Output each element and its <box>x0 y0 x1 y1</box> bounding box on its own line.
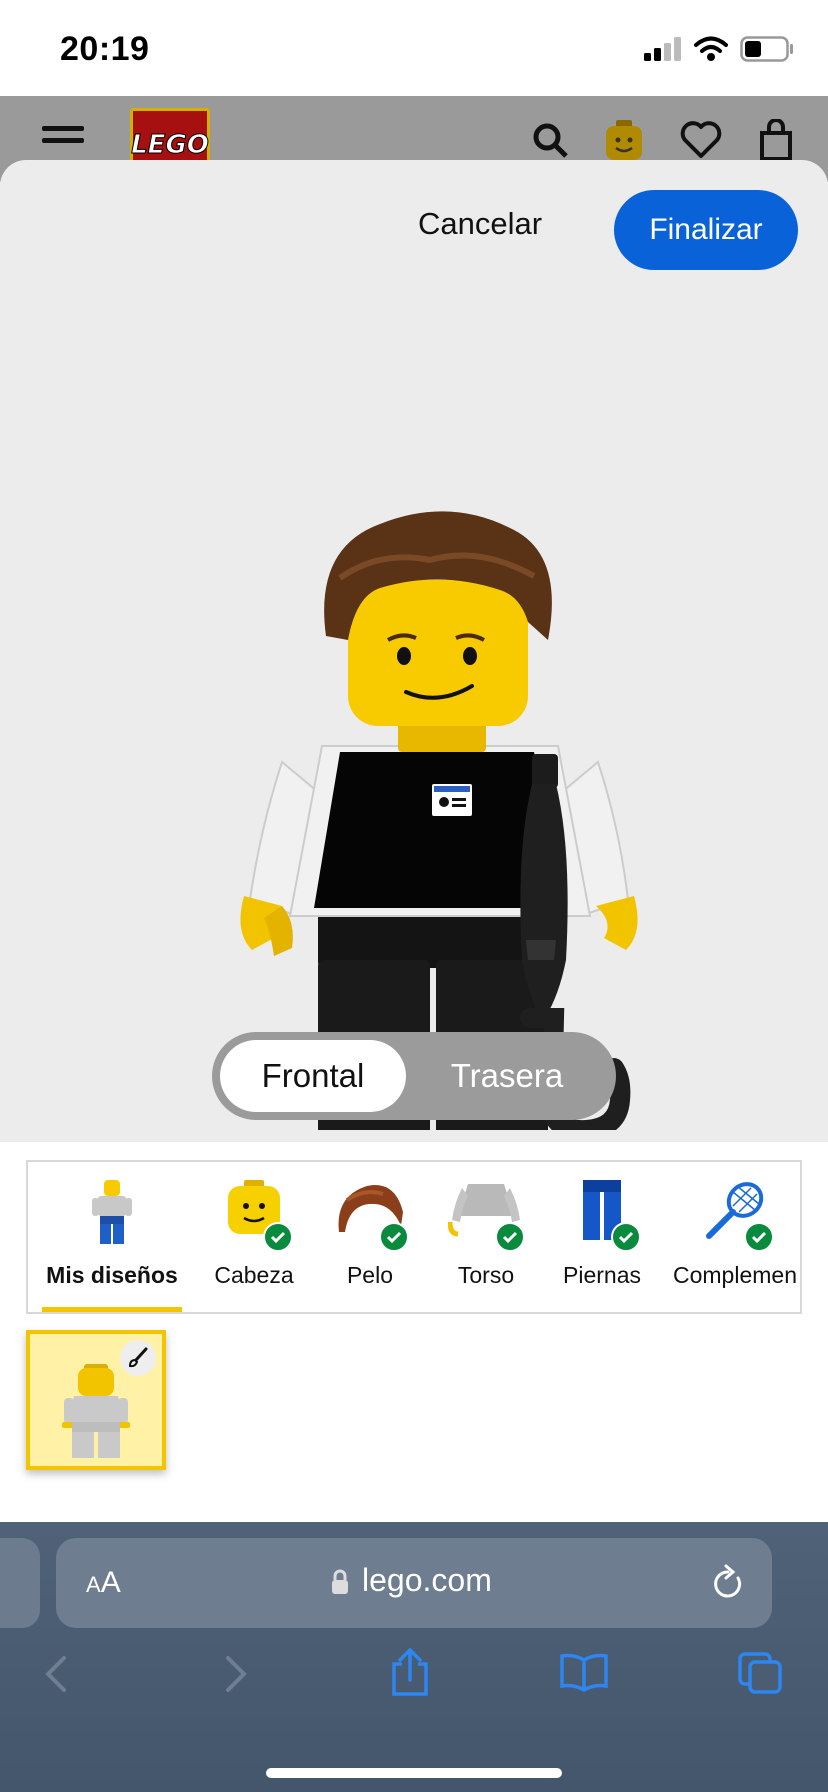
tabs-icon[interactable] <box>736 1650 784 1701</box>
minifigure-icon <box>67 1180 157 1252</box>
minifigure-builder-sheet: Cancelar Finalizar Frontal Trasera Mis d… <box>0 160 828 1522</box>
checkmark-icon <box>744 1222 774 1252</box>
tab-label: Torso <box>457 1262 515 1288</box>
url-text: lego.com <box>362 1562 492 1598</box>
racket-icon <box>690 1180 780 1252</box>
tab-my-designs[interactable]: Mis diseños <box>36 1162 188 1312</box>
status-time: 20:19 <box>60 30 150 68</box>
wishlist-heart-icon[interactable] <box>680 121 722 159</box>
saved-design-card[interactable] <box>26 1330 166 1470</box>
toggle-front[interactable]: Frontal <box>220 1040 406 1112</box>
bookmarks-icon[interactable] <box>558 1652 610 1697</box>
text-size-button[interactable]: AA <box>86 1566 121 1600</box>
tab-torso[interactable]: Torso <box>428 1162 544 1312</box>
tab-head[interactable]: Cabeza <box>196 1162 312 1312</box>
tab-accessories[interactable]: Complemen <box>660 1162 800 1312</box>
cancel-button[interactable]: Cancelar <box>418 206 542 242</box>
header-icons <box>532 118 794 162</box>
cellular-signal-icon <box>644 37 681 61</box>
tab-label: Piernas <box>563 1262 641 1288</box>
torso-icon <box>441 1180 531 1252</box>
lego-logo-text: LEGO <box>131 130 210 161</box>
battery-icon <box>740 36 793 62</box>
search-icon[interactable] <box>532 122 568 158</box>
status-icons <box>644 34 794 64</box>
edit-brush-icon[interactable] <box>120 1340 156 1376</box>
checkmark-icon <box>379 1222 409 1252</box>
tab-label: Cabeza <box>214 1262 294 1288</box>
minifigure-preview[interactable] <box>230 400 650 1130</box>
checkmark-icon <box>611 1222 641 1252</box>
lock-icon <box>332 1569 348 1594</box>
minifigure-head <box>348 580 528 752</box>
previous-tab-preview[interactable] <box>0 1538 40 1628</box>
tab-hair[interactable]: Pelo <box>312 1162 428 1312</box>
text-size-small-glyph: A <box>86 1572 101 1597</box>
hair-icon <box>325 1180 415 1252</box>
finish-button[interactable]: Finalizar <box>614 190 798 270</box>
checkmark-icon <box>263 1222 293 1252</box>
head-icon <box>209 1180 299 1252</box>
tab-label: Mis diseños <box>46 1262 178 1288</box>
reload-icon[interactable] <box>710 1564 746 1602</box>
browser-nav-row <box>0 1647 828 1714</box>
tab-label: Complemen <box>673 1262 797 1288</box>
tab-legs[interactable]: Piernas <box>544 1162 660 1312</box>
active-tab-indicator <box>42 1307 182 1312</box>
menu-icon[interactable] <box>42 126 84 144</box>
tab-label: Pelo <box>346 1262 394 1288</box>
category-tabs: Mis diseños Cabeza Pelo Torso Piernas Co… <box>26 1160 802 1314</box>
wifi-icon <box>694 36 728 61</box>
back-chevron-icon[interactable] <box>44 1654 68 1699</box>
browser-toolbar: AA lego.com <box>0 1522 828 1792</box>
toggle-back[interactable]: Trasera <box>406 1040 608 1112</box>
text-size-large-glyph: A <box>100 1566 121 1599</box>
shopping-bag-icon[interactable] <box>758 119 794 161</box>
checkmark-icon <box>495 1222 525 1252</box>
vip-head-icon[interactable] <box>604 118 644 162</box>
share-icon[interactable] <box>388 1647 432 1703</box>
legs-icon <box>557 1180 647 1252</box>
home-indicator[interactable] <box>266 1768 562 1778</box>
forward-chevron-icon[interactable] <box>224 1654 248 1699</box>
view-toggle: Frontal Trasera <box>212 1032 616 1120</box>
parts-panel: Mis diseños Cabeza Pelo Torso Piernas Co… <box>0 1142 828 1522</box>
address-bar[interactable]: AA lego.com <box>56 1538 772 1628</box>
status-bar: 20:19 <box>0 0 828 96</box>
